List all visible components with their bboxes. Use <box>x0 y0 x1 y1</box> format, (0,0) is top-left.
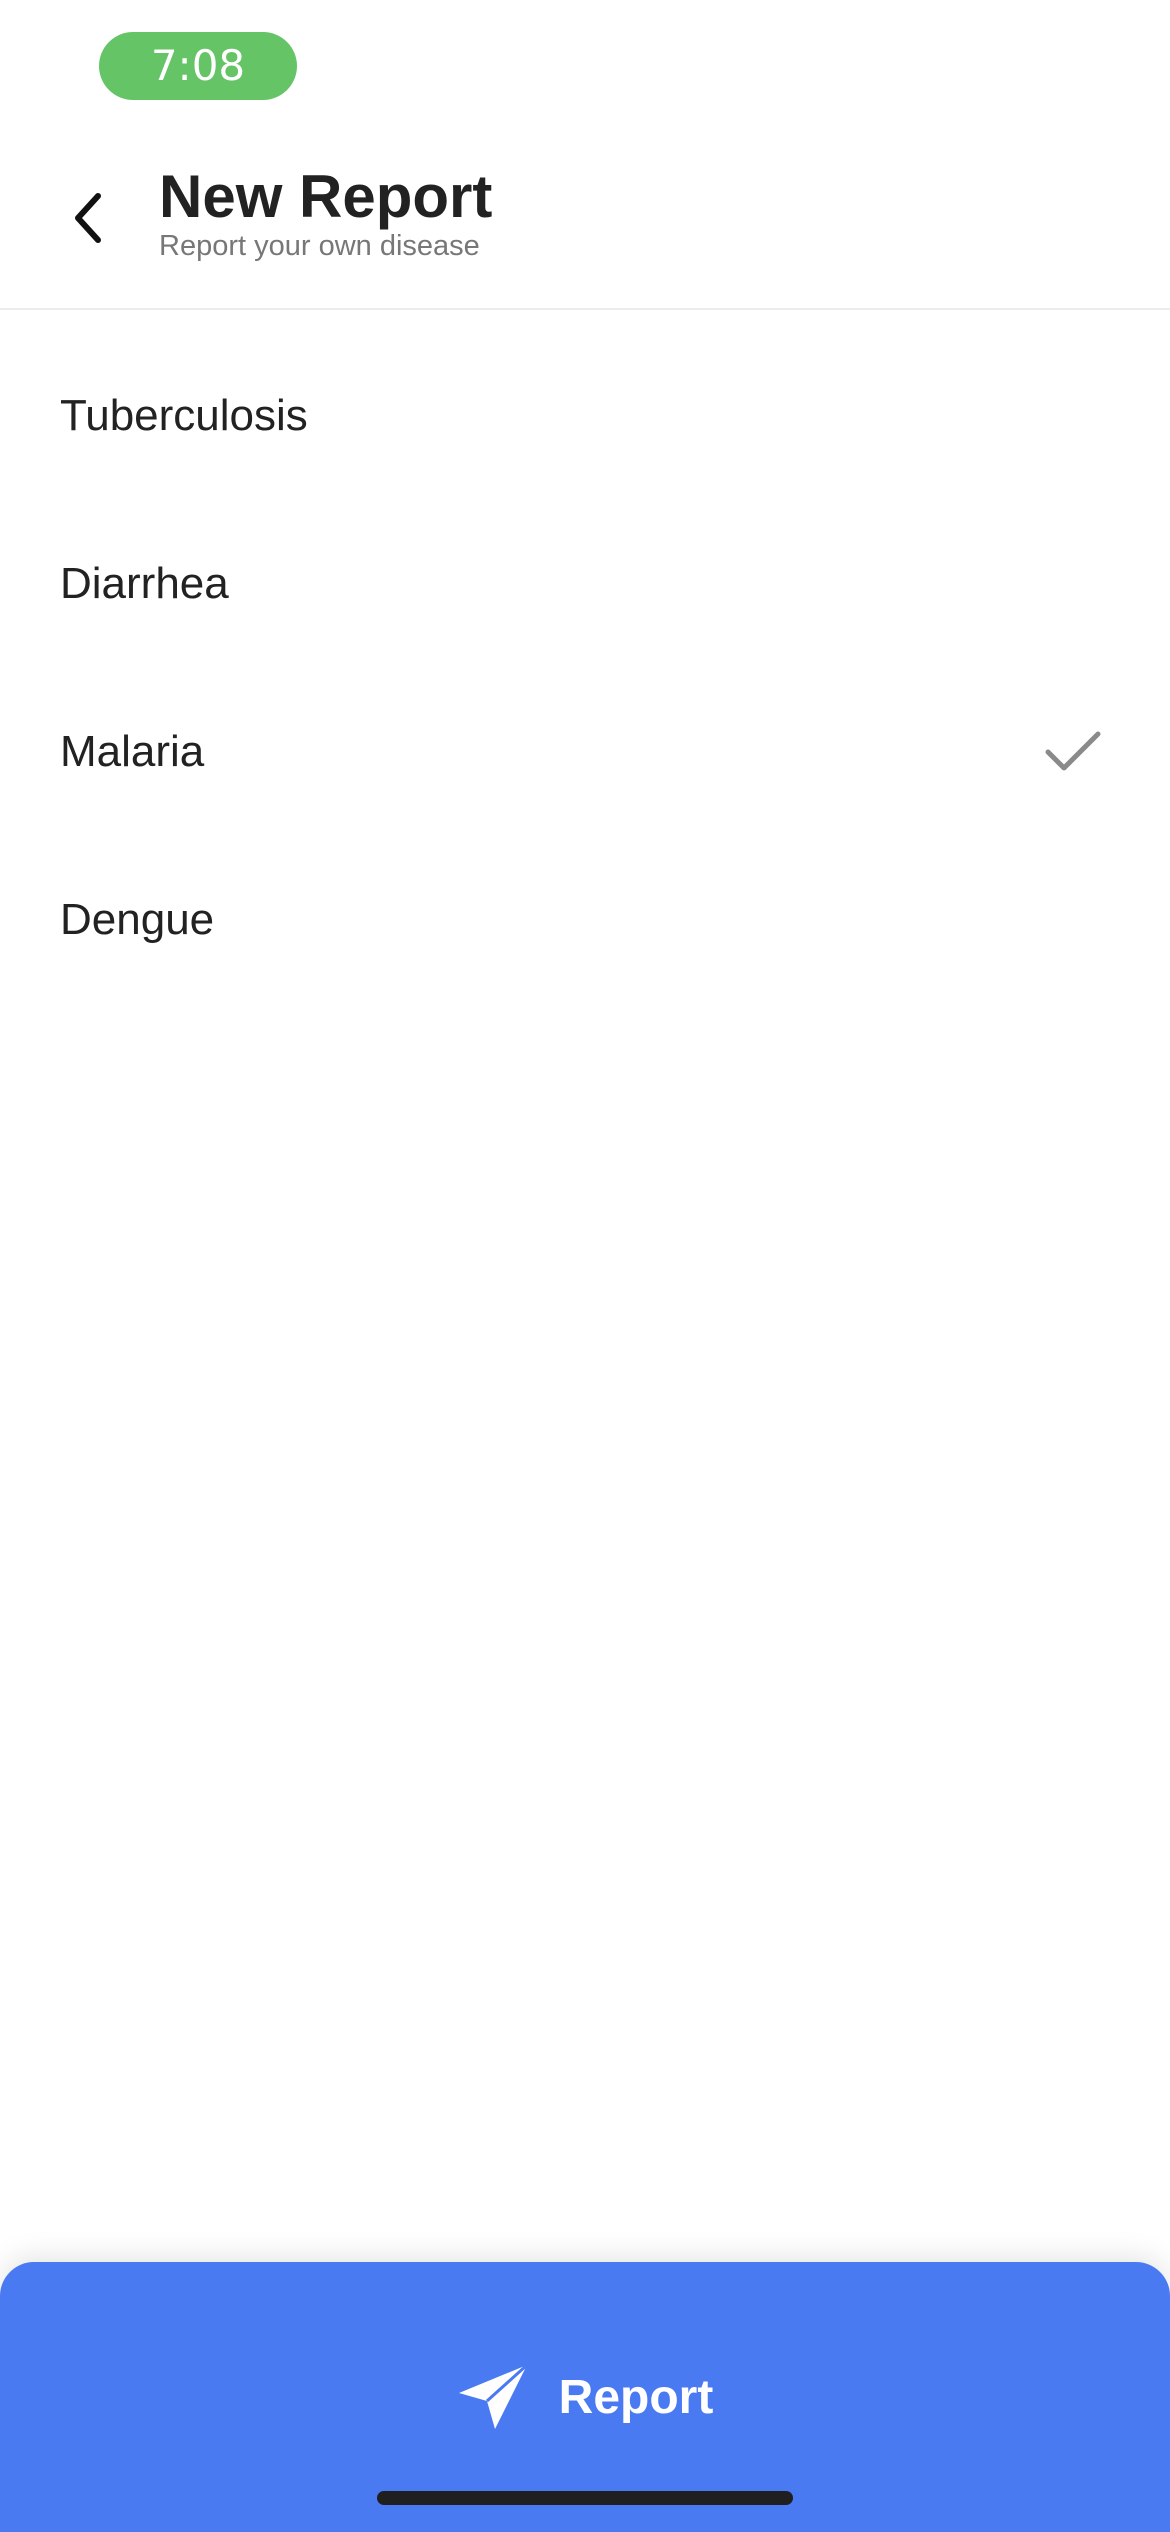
page-title: New Report <box>159 163 493 230</box>
page-subtitle: Report your own disease <box>159 230 480 262</box>
list-item-label: Tuberculosis <box>60 391 308 440</box>
home-indicator[interactable] <box>377 2491 793 2505</box>
back-button[interactable] <box>50 180 126 256</box>
status-bar: 7:08 <box>0 0 1170 120</box>
list-item-label: Diarrhea <box>60 559 229 608</box>
list-item-diarrhea[interactable]: Diarrhea <box>0 500 1170 668</box>
list-item-malaria[interactable]: Malaria <box>0 668 1170 836</box>
disease-list: Tuberculosis Diarrhea Malaria Dengue <box>0 332 1170 1004</box>
checkmark-icon <box>1045 731 1101 771</box>
list-item-label: Dengue <box>60 895 215 944</box>
report-button-content: Report <box>0 2362 1170 2432</box>
send-icon <box>458 2363 528 2429</box>
list-item-dengue[interactable]: Dengue <box>0 836 1170 1004</box>
status-time: 7:08 <box>99 32 297 100</box>
header: New Report Report your own disease <box>0 140 1170 310</box>
chevron-left-icon <box>75 193 101 243</box>
list-item-label: Malaria <box>60 727 205 776</box>
screen: 7:08 New Report Report your own disease … <box>0 0 1170 2532</box>
report-button-label: Report <box>558 2370 714 2424</box>
list-item-tuberculosis[interactable]: Tuberculosis <box>0 332 1170 500</box>
